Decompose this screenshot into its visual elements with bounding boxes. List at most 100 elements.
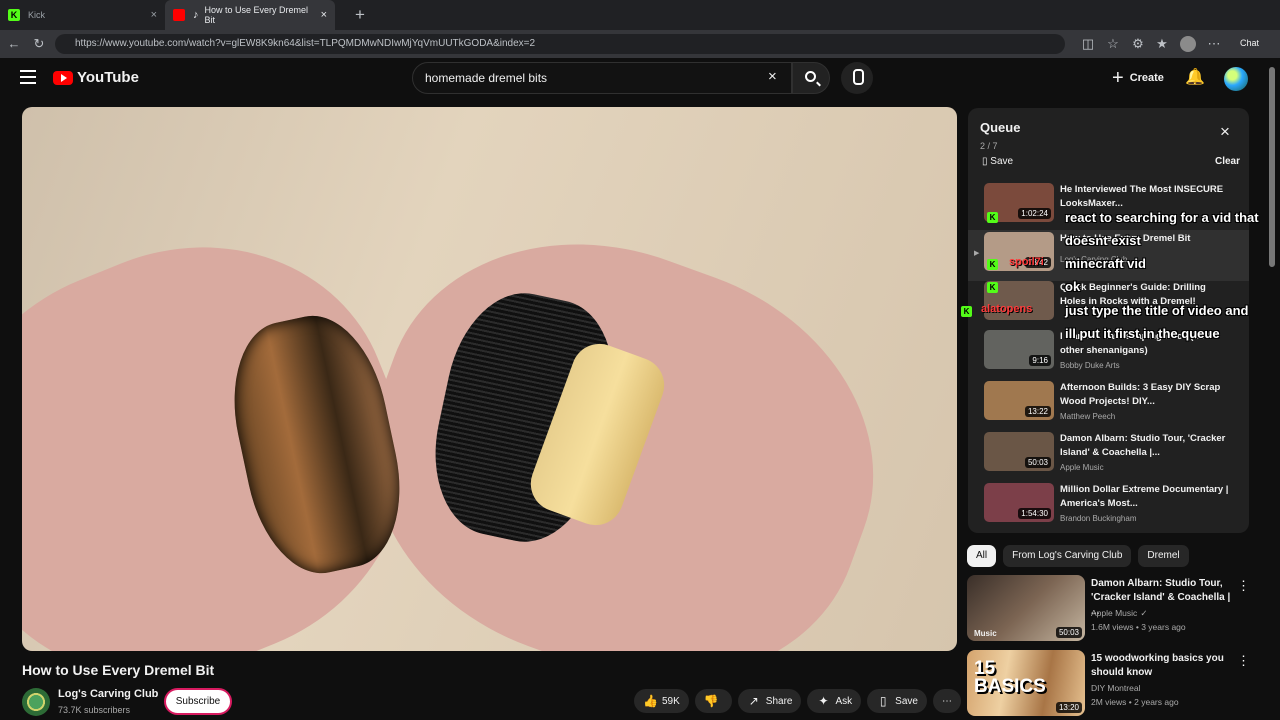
thumbnail-label: 15 BASICS: [974, 658, 1046, 697]
queue-save-label: Save: [990, 156, 1014, 167]
more-icon: ⋯: [941, 695, 952, 707]
video-actions: 👍 59K 👎 ↗ Share ✦ Ask ▯ Save ⋯: [634, 689, 961, 713]
queue-item[interactable]: 9:16 I Carve A Landscaping Rock (and oth…: [968, 328, 1249, 379]
favorites-icon[interactable]: ★: [1154, 36, 1170, 52]
queue-item-channel: Matthew Peech: [1060, 412, 1116, 421]
more-icon[interactable]: ⋮: [1237, 653, 1250, 669]
video-duration: 23:42: [1024, 257, 1051, 268]
queue-item[interactable]: 1:54:30 Million Dollar Extreme Documenta…: [968, 481, 1249, 532]
search-button[interactable]: [792, 62, 830, 94]
bell-icon[interactable]: 🔔: [1185, 67, 1205, 86]
chip-all[interactable]: All: [967, 545, 997, 567]
like-count: 59K: [662, 695, 680, 707]
back-icon[interactable]: ←: [6, 36, 22, 52]
queue-item-title: Damon Albarn: Studio Tour, 'Cracker Isla…: [1060, 433, 1226, 458]
bookmark-icon: ▯: [879, 694, 887, 708]
queue-item[interactable]: 1:02:24 He Interviewed The Most INSECURE…: [968, 181, 1249, 232]
video-duration: 9:16: [1029, 355, 1051, 366]
plus-icon: +: [1112, 66, 1124, 89]
video-duration: 50:03: [1024, 457, 1051, 468]
sparkle-icon: ✦: [818, 694, 829, 708]
create-button[interactable]: + Create: [1112, 65, 1164, 91]
video-player[interactable]: [22, 107, 957, 651]
queue-save-button[interactable]: ▯ Save: [982, 156, 1013, 167]
recommendation-thumbnail: 15 BASICS 13:20: [967, 650, 1085, 716]
video-title: How to Use Every Dremel Bit: [22, 662, 215, 678]
bookmark-star-icon[interactable]: ☆: [1105, 36, 1121, 52]
channel-name[interactable]: Log's Carving Club: [58, 688, 158, 700]
video-duration: 1:54:30: [1018, 508, 1051, 519]
clear-search-icon[interactable]: ×: [768, 68, 777, 85]
url-field[interactable]: https://www.youtube.com/watch?v=glEW8K9k…: [55, 34, 1065, 54]
queue-title: Queue: [980, 120, 1021, 135]
queue-thumbnail: 9:16: [984, 330, 1054, 369]
queue-item-title: Quick Beginner's Guide: Drilling Holes i…: [1060, 282, 1206, 307]
video-duration: 1:02:24: [1018, 208, 1051, 219]
ask-button[interactable]: ✦ Ask: [807, 689, 862, 713]
queue-thumbnail: [984, 281, 1054, 320]
menu-icon[interactable]: [20, 70, 36, 84]
more-icon[interactable]: ⋯: [1206, 36, 1222, 52]
queue-panel: Queue 2 / 7 × ▯ Save Clear 1:02:24 He In…: [968, 108, 1249, 533]
recommendation-title: 15 woodworking basics you should know: [1091, 653, 1224, 678]
thumbnail-label: Music: [974, 629, 997, 638]
like-button[interactable]: 👍 59K: [634, 689, 689, 713]
save-button[interactable]: ▯ Save: [867, 689, 927, 713]
profile-icon[interactable]: [1180, 36, 1196, 52]
queue-item[interactable]: 13:22 Afternoon Builds: 3 Easy DIY Scrap…: [968, 379, 1249, 430]
extension-icon[interactable]: ⚙: [1130, 36, 1146, 52]
close-icon[interactable]: ×: [151, 9, 157, 21]
youtube-logo-icon: [53, 70, 73, 85]
recommendation-item[interactable]: 15 BASICS 13:20 15 woodworking basics yo…: [967, 650, 1260, 720]
youtube-logo[interactable]: YouTube: [53, 69, 139, 86]
chat-button[interactable]: Chat: [1240, 38, 1259, 48]
like-icon: 👍: [643, 694, 658, 708]
queue-item-current[interactable]: ▶ 23:42 How to Use Every Dremel Bit Log'…: [968, 230, 1249, 281]
queue-item[interactable]: Quick Beginner's Guide: Drilling Holes i…: [968, 279, 1249, 330]
search-icon: [805, 71, 816, 82]
queue-thumbnail: 1:54:30: [984, 483, 1054, 522]
save-label: Save: [895, 695, 918, 707]
close-icon[interactable]: ×: [321, 9, 327, 21]
kick-icon: K: [8, 9, 20, 21]
microphone-icon[interactable]: [841, 62, 873, 94]
recommendation-item[interactable]: Music 50:03 Damon Albarn: Studio Tour, '…: [967, 575, 1260, 645]
chip-dremel[interactable]: Dremel: [1138, 545, 1189, 567]
create-label: Create: [1129, 72, 1164, 84]
reload-icon[interactable]: ↻: [31, 36, 47, 52]
queue-clear-button[interactable]: Clear: [1215, 156, 1240, 167]
video-duration: 50:03: [1055, 627, 1082, 638]
more-actions-button[interactable]: ⋯: [932, 689, 961, 713]
subscriber-count: 73.7K subscribers: [58, 705, 131, 715]
verified-icon: ✓: [1140, 608, 1148, 618]
channel-avatar[interactable]: [22, 688, 50, 716]
recommendation-channel: DIY Montreal: [1091, 683, 1141, 693]
tab-youtube-video[interactable]: ♪ How to Use Every Dremel Bit ×: [165, 0, 335, 30]
new-tab-icon[interactable]: +: [355, 5, 365, 25]
share-label: Share: [765, 695, 793, 707]
site-controls-icon[interactable]: ◫: [1080, 36, 1096, 52]
queue-thumbnail: 23:42: [984, 232, 1054, 271]
video-duration: 13:20: [1055, 702, 1082, 713]
subscribe-button[interactable]: Subscribe: [164, 688, 232, 715]
queue-thumbnail: 1:02:24: [984, 183, 1054, 222]
more-icon[interactable]: ⋮: [1237, 578, 1250, 594]
youtube-icon: [173, 9, 185, 21]
speaker-icon: ♪: [192, 9, 199, 21]
tab-title-youtube: How to Use Every Dremel Bit: [204, 5, 308, 25]
queue-item-title: Million Dollar Extreme Documentary | Ame…: [1060, 484, 1229, 509]
chip-from-channel[interactable]: From Log's Carving Club: [1003, 545, 1132, 567]
queue-thumbnail: 13:22: [984, 381, 1054, 420]
search-input[interactable]: homemade dremel bits: [412, 62, 792, 94]
queue-item[interactable]: 50:03 Damon Albarn: Studio Tour, 'Cracke…: [968, 430, 1249, 481]
queue-item-channel: Brandon Buckingham: [1060, 514, 1137, 523]
account-avatar[interactable]: [1224, 67, 1248, 91]
page-scrollbar[interactable]: [1269, 67, 1275, 267]
ask-label: Ask: [835, 695, 853, 707]
dislike-button[interactable]: 👎: [694, 689, 732, 713]
share-button[interactable]: ↗ Share: [737, 689, 802, 713]
close-icon[interactable]: ×: [1220, 122, 1230, 142]
recommendation-thumbnail: Music 50:03: [967, 575, 1085, 641]
play-icon: ▶: [974, 250, 980, 257]
tab-kick[interactable]: K Kick ×: [0, 0, 165, 30]
